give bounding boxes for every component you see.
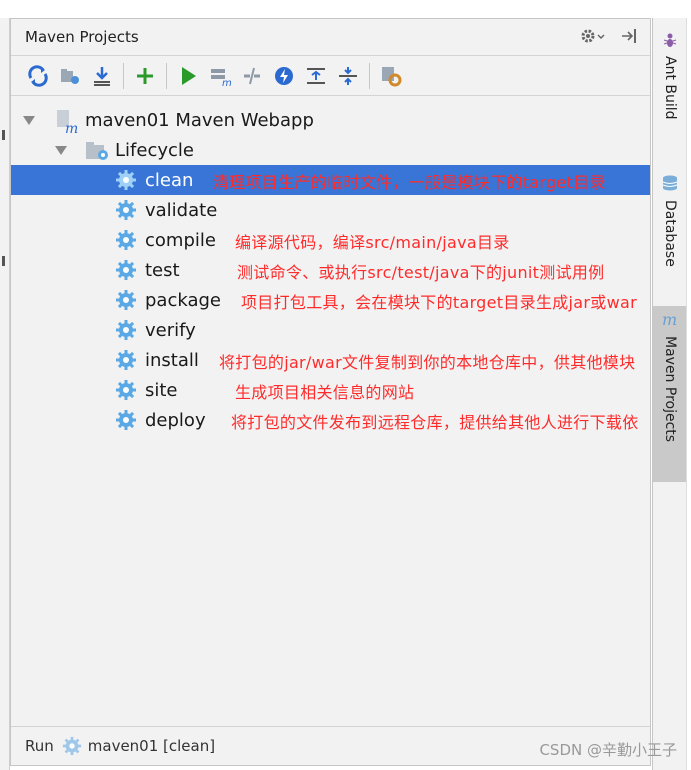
annotation-deploy: 将打包的文件发布到远程仓库，提供给其他人进行下载依: [231, 413, 639, 432]
phase-label: package: [145, 289, 221, 311]
toggle-offline-icon[interactable]: [237, 61, 267, 91]
run-icon[interactable]: [173, 61, 203, 91]
phase-label: site: [145, 379, 178, 401]
tab-ant-build[interactable]: Ant Build: [653, 32, 687, 120]
gear-icon: [115, 319, 137, 341]
gear-icon[interactable]: [580, 27, 606, 49]
gear-icon: [115, 349, 137, 371]
editor-edge: [686, 18, 691, 770]
settings-icon[interactable]: [376, 61, 406, 91]
phase-row-verify[interactable]: verify: [11, 315, 650, 345]
ant-icon: [662, 32, 678, 52]
execute-goal-icon[interactable]: m: [205, 61, 235, 91]
annotation-compile: 编译源代码，编译src/main/java目录: [235, 233, 510, 252]
right-tool-strip: Ant Build Database m Maven Projects: [652, 18, 687, 770]
run-target[interactable]: maven01 [clean]: [88, 737, 215, 755]
annotation-test: 测试命令、或执行src/test/java下的junit测试用例: [237, 263, 605, 282]
annotation-site: 生成项目相关信息的网站: [235, 383, 415, 402]
tab-maven-projects[interactable]: m Maven Projects: [653, 306, 687, 482]
annotation-package: 项目打包工具，会在模块下的target目录生成jar或war: [241, 293, 637, 312]
tab-label: Database: [662, 200, 678, 267]
lifecycle-phases: clean 清理项目生产的临时文件，一般是模块下的target目录 validate…: [11, 97, 650, 497]
run-label: Run: [25, 737, 54, 755]
phase-label: deploy: [145, 409, 206, 431]
phase-label: compile: [145, 229, 216, 251]
panel-title-bar: Maven Projects: [11, 19, 650, 56]
gear-icon: [115, 169, 137, 191]
tab-database[interactable]: Database: [653, 174, 687, 267]
svg-text:m: m: [662, 310, 677, 328]
skip-tests-icon[interactable]: [269, 61, 299, 91]
gear-icon: [115, 379, 137, 401]
gear-icon: [115, 259, 137, 281]
maven-projects-panel: Maven Projects m m maven01 Maven Webapp …: [10, 18, 651, 766]
phase-label: verify: [145, 319, 196, 341]
panel-toolbar: m: [11, 56, 650, 96]
toolbar-separator: [166, 62, 167, 89]
gear-icon: [115, 229, 137, 251]
gear-icon: [115, 409, 137, 431]
refresh-icon[interactable]: [23, 61, 53, 91]
gear-icon: [62, 736, 82, 756]
show-dependencies-icon[interactable]: [301, 61, 331, 91]
watermark: CSDN @辛勤小王子: [539, 741, 677, 759]
phase-label: test: [145, 259, 180, 281]
top-strip: [0, 0, 691, 18]
database-icon: [661, 174, 679, 196]
collapse-all-icon[interactable]: [333, 61, 363, 91]
add-icon[interactable]: [130, 61, 160, 91]
gear-icon: [115, 289, 137, 311]
svg-text:m: m: [222, 78, 232, 88]
edge-mark: [2, 130, 5, 140]
left-editor-edge: [0, 18, 10, 770]
hide-panel-icon[interactable]: [620, 27, 638, 49]
annotation-clean: 清理项目生产的临时文件，一般是模块下的target目录: [213, 173, 606, 192]
maven-icon: m: [661, 310, 679, 332]
tab-label: Maven Projects: [662, 336, 678, 443]
phase-label: validate: [145, 199, 218, 221]
toolbar-separator: [369, 62, 370, 89]
generate-sources-icon[interactable]: [55, 61, 85, 91]
download-icon[interactable]: [87, 61, 117, 91]
phase-label: install: [145, 349, 199, 371]
edge-mark: [2, 256, 5, 266]
annotation-install: 将打包的jar/war文件复制到你的本地仓库中，供其他模块: [219, 353, 636, 372]
panel-title: Maven Projects: [25, 28, 139, 46]
tab-label: Ant Build: [662, 56, 678, 120]
title-controls: [580, 27, 638, 49]
gear-icon: [115, 199, 137, 221]
phase-row-validate[interactable]: validate: [11, 195, 650, 225]
toolbar-separator: [123, 62, 124, 89]
phase-label: clean: [145, 169, 194, 191]
